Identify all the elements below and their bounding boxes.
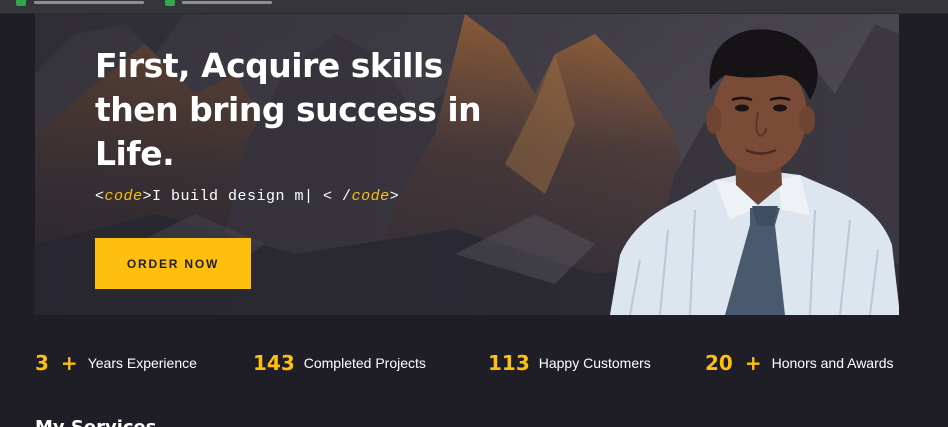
- hero-title: First, Acquire skills then bring success…: [95, 46, 482, 173]
- code-close-bracket: >: [389, 188, 400, 205]
- stat-label: Years Experience: [87, 355, 197, 371]
- stat-label: Honors and Awards: [771, 355, 894, 371]
- code-typed-text: >I build design m| < /: [142, 188, 352, 205]
- stat-honors-awards: 20 + Honors and Awards: [705, 350, 894, 376]
- stat-completed-projects: 143 Completed Projects: [253, 350, 426, 376]
- spreadsheet-bookmark-icon[interactable]: [16, 0, 26, 6]
- stat-plus-sign: +: [60, 351, 78, 375]
- profile-portrait-image: [610, 29, 899, 315]
- hero-banner: First, Acquire skills then bring success…: [35, 14, 899, 315]
- stat-number: 20: [705, 351, 733, 375]
- stat-years-experience: 3 + Years Experience: [35, 350, 197, 376]
- bookmark-label[interactable]: [34, 1, 144, 4]
- stat-number: 143: [253, 351, 295, 375]
- order-now-button[interactable]: ORDER NOW: [95, 238, 251, 289]
- code-open-tag: code: [104, 188, 143, 205]
- browser-bookmarks-bar: [0, 0, 948, 14]
- bookmark-label[interactable]: [182, 1, 272, 4]
- stat-happy-customers: 113 Happy Customers: [488, 350, 651, 376]
- services-section-heading: My Services: [35, 418, 156, 427]
- typing-code-text: <code>I build design m| < /code>: [95, 188, 399, 205]
- stat-plus-sign: +: [744, 351, 762, 375]
- stat-number: 113: [488, 351, 530, 375]
- code-open-bracket: <: [95, 188, 105, 205]
- code-close-tag: code: [351, 188, 390, 205]
- stat-label: Completed Projects: [303, 355, 426, 371]
- stat-number: 3: [35, 351, 49, 375]
- sheets-bookmark-icon[interactable]: [165, 0, 175, 6]
- stat-label: Happy Customers: [538, 355, 651, 371]
